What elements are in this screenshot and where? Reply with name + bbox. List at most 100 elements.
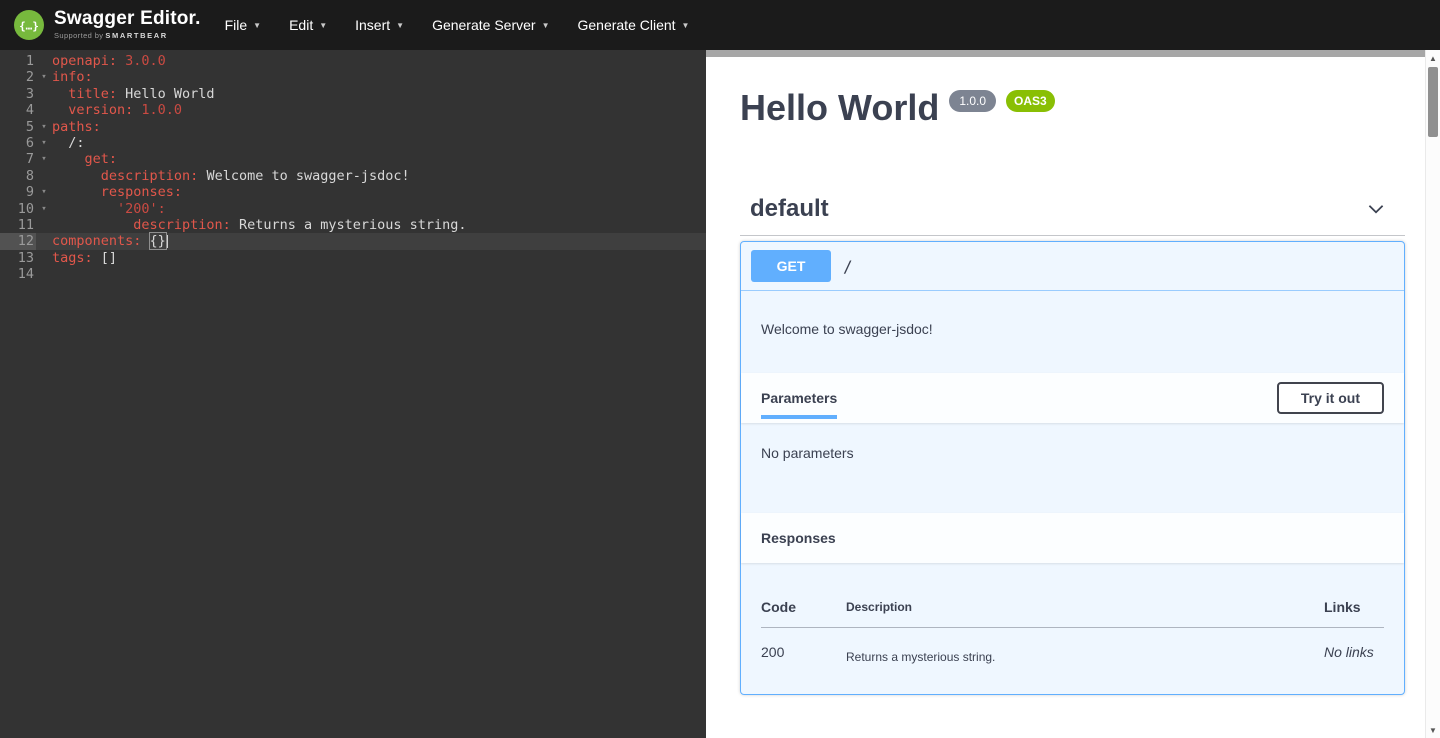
editor-line-9[interactable]: 9▾ responses:	[0, 184, 706, 200]
response-code: 200	[761, 628, 846, 665]
svg-text:{…}: {…}	[19, 19, 39, 32]
code-text: openapi: 3.0.0	[52, 53, 166, 69]
menu-label: Edit	[289, 17, 313, 33]
opblock-get-root: GET / Welcome to swagger-jsdoc! Paramete…	[740, 241, 1405, 695]
fold-arrow-icon[interactable]: ▾	[36, 151, 52, 167]
menu-file[interactable]: File ▼	[211, 9, 275, 41]
editor-line-8[interactable]: 8 description: Welcome to swagger-jsdoc!	[0, 168, 706, 184]
editor-line-10[interactable]: 10▾ '200':	[0, 201, 706, 217]
text-cursor	[166, 235, 168, 248]
yaml-editor[interactable]: 1 openapi: 3.0.02▾info:3 title: Hello Wor…	[0, 50, 706, 738]
fold-spacer	[36, 86, 52, 102]
code-text: /:	[52, 135, 85, 151]
editor-line-7[interactable]: 7▾ get:	[0, 151, 706, 167]
line-number: 2	[0, 69, 36, 85]
editor-line-3[interactable]: 3 title: Hello World	[0, 86, 706, 102]
brand-title: Swagger Editor.	[54, 9, 201, 30]
scrollbar-thumb[interactable]	[1428, 67, 1438, 137]
editor-line-14[interactable]: 14	[0, 266, 706, 282]
opblock-summary[interactable]: GET /	[741, 242, 1404, 291]
col-header-code: Code	[761, 599, 846, 628]
col-header-description: Description	[846, 599, 1324, 628]
swagger-editor-brand[interactable]: {…} Swagger Editor. Supported bySMARTBEA…	[14, 9, 201, 40]
line-number: 5	[0, 119, 36, 135]
parameters-body: No parameters	[741, 423, 1404, 513]
code-text: get:	[52, 151, 117, 167]
editor-line-12[interactable]: 12components: {}	[0, 233, 706, 249]
menu-label: Insert	[355, 17, 390, 33]
fold-spacer	[36, 217, 52, 233]
swagger-ui-preview: Hello World 1.0.0 OAS3 default GET / Wel…	[706, 50, 1425, 738]
fold-spacer	[36, 53, 52, 69]
fold-spacer	[36, 168, 52, 184]
editor-line-6[interactable]: 6▾ /:	[0, 135, 706, 151]
response-links: No links	[1324, 628, 1384, 665]
http-method-badge: GET	[751, 250, 831, 282]
code-text: '200':	[52, 201, 166, 217]
preview-scrollbar[interactable]: ▲ ▼	[1425, 50, 1440, 738]
line-number: 9	[0, 184, 36, 200]
chevron-down-icon[interactable]	[1365, 198, 1387, 220]
tag-title: default	[750, 192, 829, 225]
code-text: version: 1.0.0	[52, 102, 182, 118]
editor-line-1[interactable]: 1 openapi: 3.0.0	[0, 53, 706, 69]
tab-parameters[interactable]: Parameters	[761, 390, 837, 406]
scroll-down-arrow-icon[interactable]: ▼	[1426, 722, 1440, 738]
line-number: 1	[0, 53, 36, 69]
fold-spacer	[36, 266, 52, 282]
tag-section-default[interactable]: default	[740, 182, 1405, 236]
responses-title: Responses	[761, 530, 836, 546]
no-parameters-text: No parameters	[761, 445, 854, 461]
code-text: description: Welcome to swagger-jsdoc!	[52, 168, 410, 184]
oas3-badge: OAS3	[1006, 90, 1055, 112]
line-number: 4	[0, 102, 36, 118]
editor-line-13[interactable]: 13 tags: []	[0, 250, 706, 266]
smartbear-wordmark: SMARTBEAR	[105, 31, 167, 40]
response-row-200: 200 Returns a mysterious string. No link…	[761, 628, 1384, 665]
editor-line-4[interactable]: 4 version: 1.0.0	[0, 102, 706, 118]
caret-down-icon: ▼	[542, 21, 550, 30]
menu-edit[interactable]: Edit ▼	[275, 9, 341, 41]
try-it-out-button[interactable]: Try it out	[1277, 382, 1384, 414]
menu-insert[interactable]: Insert ▼	[341, 9, 418, 41]
line-number: 10	[0, 201, 36, 217]
line-number: 14	[0, 266, 36, 282]
scroll-up-arrow-icon[interactable]: ▲	[1426, 50, 1440, 66]
editor-line-2[interactable]: 2▾info:	[0, 69, 706, 85]
operation-path: /	[843, 257, 853, 276]
menu-generate-server[interactable]: Generate Server ▼	[418, 9, 563, 41]
editor-line-5[interactable]: 5▾paths:	[0, 119, 706, 135]
line-number: 3	[0, 86, 36, 102]
api-title: Hello World	[740, 90, 939, 126]
menu-label: Generate Server	[432, 17, 536, 33]
menu-generate-client[interactable]: Generate Client ▼	[563, 9, 703, 41]
code-text: responses:	[52, 184, 182, 200]
line-number: 8	[0, 168, 36, 184]
line-number: 7	[0, 151, 36, 167]
fold-arrow-icon[interactable]: ▾	[36, 135, 52, 151]
fold-arrow-icon[interactable]: ▾	[36, 184, 52, 200]
line-number: 13	[0, 250, 36, 266]
main-split: 1 openapi: 3.0.02▾info:3 title: Hello Wor…	[0, 50, 1440, 738]
menu-bar: File ▼ Edit ▼ Insert ▼ Generate Server ▼…	[211, 9, 704, 41]
brand-subtitle: Supported bySMARTBEAR	[54, 32, 201, 40]
operation-description: Welcome to swagger-jsdoc!	[741, 291, 1404, 373]
caret-down-icon: ▼	[396, 21, 404, 30]
fold-arrow-icon[interactable]: ▾	[36, 69, 52, 85]
code-text: tags: []	[52, 250, 117, 266]
parameters-header: Parameters Try it out	[741, 373, 1404, 423]
menu-label: File	[225, 17, 248, 33]
caret-down-icon: ▼	[319, 21, 327, 30]
fold-spacer	[36, 250, 52, 266]
swagger-logo-icon: {…}	[14, 10, 44, 40]
response-description: Returns a mysterious string.	[846, 628, 1324, 665]
code-text: paths:	[52, 119, 101, 135]
fold-spacer	[36, 233, 52, 249]
fold-arrow-icon[interactable]: ▾	[36, 119, 52, 135]
code-text: description: Returns a mysterious string…	[52, 217, 467, 233]
preview-top-strip	[706, 50, 1425, 57]
col-header-links: Links	[1324, 599, 1384, 628]
fold-arrow-icon[interactable]: ▾	[36, 201, 52, 217]
editor-line-11[interactable]: 11 description: Returns a mysterious str…	[0, 217, 706, 233]
responses-table: Code Description Links 200 Returns a mys…	[761, 599, 1384, 664]
